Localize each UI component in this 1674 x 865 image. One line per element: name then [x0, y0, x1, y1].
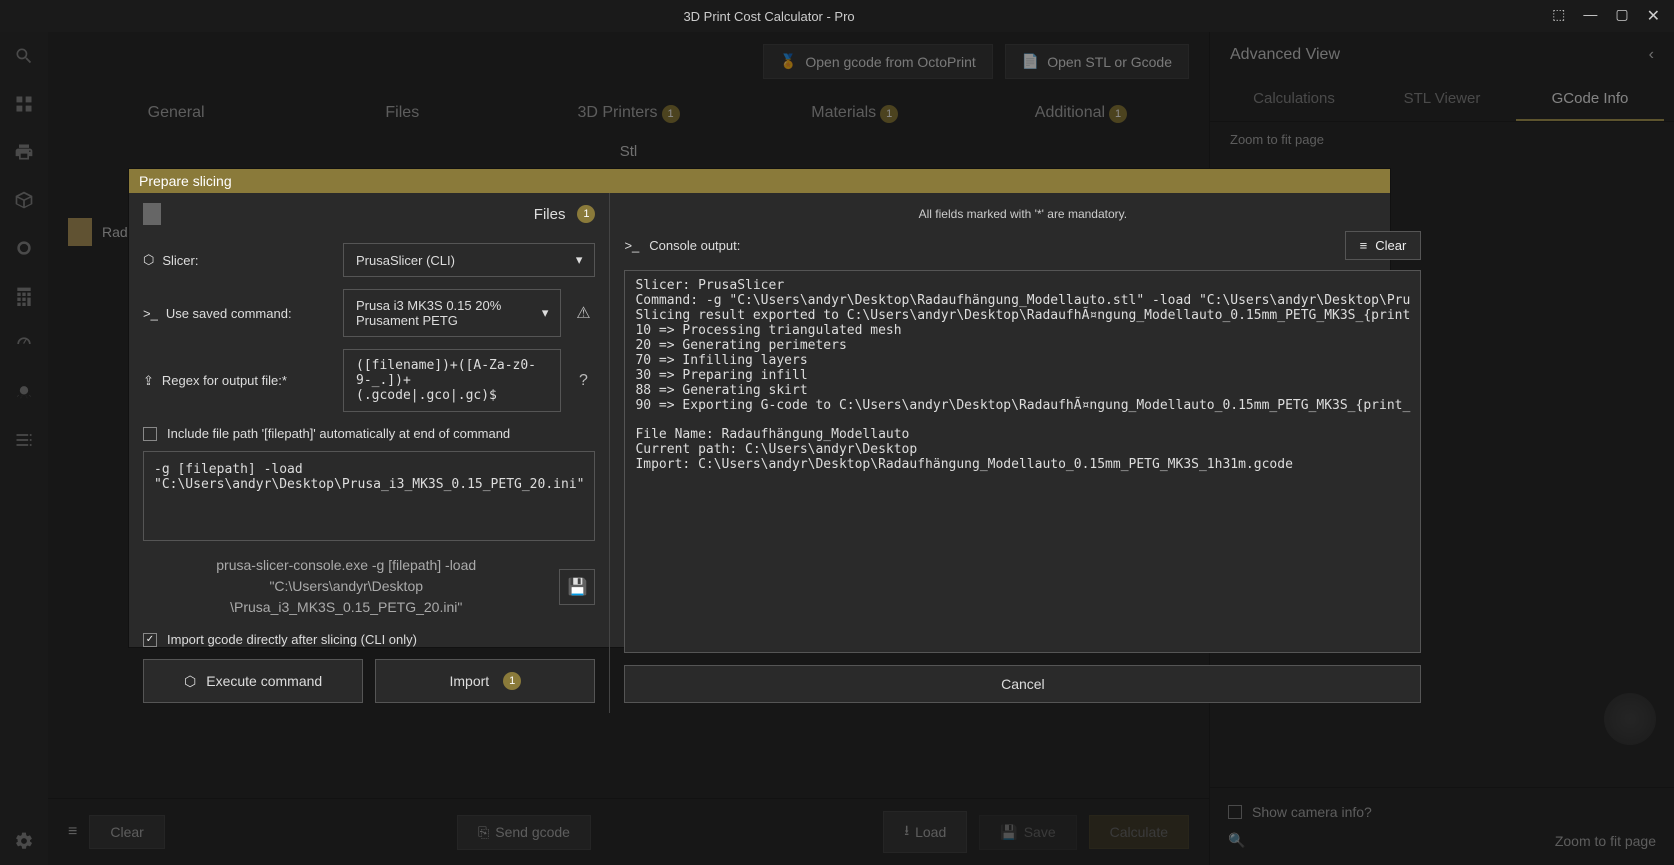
include-filepath-checkbox[interactable] — [143, 427, 157, 441]
file-icon — [143, 203, 161, 225]
prepare-slicing-dialog: Prepare slicing Files 1 ⬡ Slicer: PrusaSl… — [128, 168, 1391, 648]
cube-icon[interactable] — [14, 190, 34, 210]
regex-label: Regex for output file:* — [162, 373, 287, 388]
clear-button[interactable]: Clear — [89, 815, 164, 849]
advanced-view-title: Advanced View — [1230, 46, 1340, 64]
search-icon[interactable]: 🔍 — [1228, 832, 1245, 849]
menu-icon[interactable]: ≡ — [68, 823, 77, 841]
console-output[interactable]: Slicer: PrusaSlicer Command: -g "C:\User… — [624, 270, 1421, 653]
window-title: 3D Print Cost Calculator - Pro — [0, 9, 1538, 24]
cube-icon: ⬡ — [143, 252, 154, 268]
zoom-label: Zoom to fit page — [1210, 122, 1674, 157]
settings-icon[interactable] — [14, 831, 34, 851]
subheader-stl: Stl — [48, 135, 1209, 168]
include-filepath-label: Include file path '[filepath]' automatic… — [167, 426, 510, 441]
terminal-icon: >_ — [143, 306, 158, 321]
calculate-button[interactable]: Calculate — [1089, 815, 1189, 849]
files-label: Files — [534, 206, 566, 223]
chevron-down-icon: ▾ — [576, 252, 583, 268]
titlebar: 3D Print Cost Calculator - Pro ⬚ — ▢ ✕ — [0, 0, 1674, 32]
tab-materials[interactable]: Materials1 — [747, 94, 963, 133]
cancel-button[interactable]: Cancel — [624, 665, 1421, 703]
download-icon: ⭳ — [904, 820, 909, 844]
send-gcode-button[interactable]: ⎘ Send gcode — [457, 815, 591, 850]
files-badge: 1 — [577, 205, 595, 223]
command-textarea[interactable]: -g [filepath] -load "C:\Users\andyr\Desk… — [143, 451, 595, 541]
chevron-down-icon: ▾ — [542, 305, 549, 321]
command-preview: prusa-slicer-console.exe -g [filepath] -… — [143, 555, 549, 618]
tab-gcode-info[interactable]: GCode Info — [1516, 78, 1664, 121]
tab-printers[interactable]: 3D Printers1 — [520, 94, 736, 133]
badge-icon: 🏅 — [780, 53, 797, 70]
save-icon: 💾 — [1000, 824, 1017, 841]
cube-icon: ⬡ — [184, 673, 196, 690]
file-icon: 📄 — [1022, 53, 1039, 70]
spool-icon[interactable] — [14, 238, 34, 258]
tab-files[interactable]: Files — [294, 94, 510, 132]
open-octoprint-label: Open gcode from OctoPrint — [805, 54, 975, 70]
close-icon[interactable]: ✕ — [1647, 6, 1660, 26]
help-icon[interactable]: ? — [571, 372, 595, 390]
zoom-fit-button[interactable]: Zoom to fit page — [1555, 833, 1656, 849]
saved-command-label: Use saved command: — [166, 306, 292, 321]
open-stl-button[interactable]: 📄 Open STL or Gcode — [1005, 44, 1189, 79]
import-button[interactable]: Import 1 — [375, 659, 595, 703]
upload-icon: ⎘ — [478, 824, 489, 841]
slicer-select[interactable]: PrusaSlicer (CLI)▾ — [343, 243, 595, 277]
maximize-icon[interactable]: ▢ — [1615, 6, 1628, 26]
save-command-button[interactable]: 💾 — [559, 569, 595, 605]
slicer-label: Slicer: — [162, 253, 198, 268]
saved-command-select[interactable]: Prusa i3 MK3S 0.15 20% Prusament PETG▾ — [343, 289, 561, 337]
show-camera-label: Show camera info? — [1252, 804, 1372, 820]
execute-command-button[interactable]: ⬡ Execute command — [143, 659, 363, 703]
calculator-icon[interactable] — [14, 286, 34, 306]
open-stl-label: Open STL or Gcode — [1047, 54, 1172, 70]
clear-icon: ≡ — [1360, 238, 1368, 253]
main-tabs: General Files 3D Printers1 Materials1 Ad… — [48, 91, 1209, 135]
terminal-icon: >_ — [624, 238, 639, 253]
minimize-icon[interactable]: — — [1583, 6, 1597, 26]
import-after-checkbox[interactable]: ✓ — [143, 633, 157, 647]
warning-icon[interactable]: ⚠ — [571, 303, 595, 323]
regex-input[interactable]: ([filename])+([A-Za-z0-9-_.])+(.gcode|.g… — [343, 349, 561, 412]
file-icon — [68, 218, 92, 246]
search-icon[interactable] — [14, 46, 34, 66]
open-octoprint-button[interactable]: 🏅 Open gcode from OctoPrint — [763, 44, 993, 79]
tab-stl-viewer[interactable]: STL Viewer — [1368, 78, 1516, 121]
grid-icon[interactable] — [14, 94, 34, 114]
printer-icon[interactable] — [14, 142, 34, 162]
octopus-icon[interactable] — [14, 382, 34, 402]
share-icon: ⇪ — [143, 373, 154, 389]
gauge-icon[interactable] — [14, 334, 34, 354]
tab-general[interactable]: General — [68, 94, 284, 132]
show-camera-checkbox[interactable] — [1228, 805, 1242, 819]
clear-console-button[interactable]: ≡ Clear — [1345, 231, 1422, 260]
bottom-bar: ≡ Clear ⎘ Send gcode ⭳Load 💾Save Calcula… — [48, 798, 1209, 865]
box-icon[interactable]: ⬚ — [1552, 6, 1565, 26]
tab-additional[interactable]: Additional1 — [973, 94, 1189, 133]
sidebar — [0, 32, 48, 865]
load-button[interactable]: ⭳Load — [883, 811, 967, 853]
console-output-label: Console output: — [649, 238, 740, 253]
import-after-label: Import gcode directly after slicing (CLI… — [167, 632, 417, 647]
save-button[interactable]: 💾Save — [979, 815, 1076, 850]
mandatory-note: All fields marked with '*' are mandatory… — [624, 203, 1421, 231]
tab-calculations[interactable]: Calculations — [1220, 78, 1368, 121]
3d-gizmo[interactable] — [1604, 693, 1656, 745]
chevron-left-icon[interactable]: ‹ — [1649, 46, 1654, 64]
dialog-title: Prepare slicing — [129, 169, 1390, 193]
list-icon[interactable] — [14, 430, 34, 450]
